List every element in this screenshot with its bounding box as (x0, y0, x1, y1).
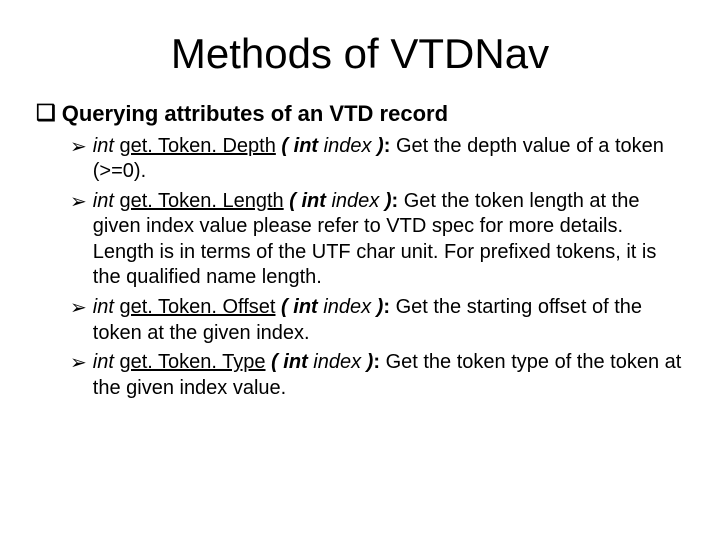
return-type: int (93, 296, 114, 318)
return-type: int (93, 190, 114, 212)
return-type: int (93, 135, 114, 157)
method-list: ➢ int get. Token. Depth ( int index ): G… (36, 134, 684, 402)
paren-open: ( (289, 190, 296, 212)
arg-name: index (323, 296, 371, 318)
slide-title: Methods of VTDNav (36, 30, 684, 78)
paren-open: ( (281, 135, 288, 157)
arg-name: index (313, 351, 361, 373)
method-name: get. Token. Type (119, 351, 265, 373)
section-heading: Querying attributes of an VTD record (62, 100, 448, 128)
arrow-icon: ➢ (70, 295, 87, 321)
arrow-icon: ➢ (70, 134, 87, 160)
arg-type: int (301, 190, 325, 212)
arg-name: index (324, 135, 372, 157)
list-item: ➢ int get. Token. Length ( int index ): … (70, 189, 684, 291)
return-type: int (93, 351, 114, 373)
colon: : (384, 135, 391, 157)
list-item: ➢ int get. Token. Type ( int index ): Ge… (70, 350, 684, 401)
arg-type: int (283, 351, 307, 373)
method-name: get. Token. Length (119, 190, 283, 212)
arg-name: index (331, 190, 379, 212)
list-item-body: int get. Token. Length ( int index ): Ge… (93, 189, 684, 291)
arrow-icon: ➢ (70, 350, 87, 376)
section-row: ❑ Querying attributes of an VTD record (36, 100, 684, 128)
list-item: ➢ int get. Token. Depth ( int index ): G… (70, 134, 684, 185)
slide: Methods of VTDNav ❑ Querying attributes … (0, 0, 720, 540)
method-name: get. Token. Offset (119, 296, 275, 318)
paren-close: ) (377, 135, 384, 157)
arg-type: int (294, 135, 318, 157)
colon: : (373, 351, 380, 373)
colon: : (392, 190, 399, 212)
arg-type: int (293, 296, 317, 318)
paren-open: ( (271, 351, 278, 373)
colon: : (383, 296, 390, 318)
paren-close: ) (385, 190, 392, 212)
list-item-body: int get. Token. Type ( int index ): Get … (93, 350, 684, 401)
section-bullet-icon: ❑ (36, 100, 56, 126)
list-item: ➢ int get. Token. Offset ( int index ): … (70, 295, 684, 346)
list-item-body: int get. Token. Depth ( int index ): Get… (93, 134, 684, 185)
paren-open: ( (281, 296, 288, 318)
arrow-icon: ➢ (70, 189, 87, 215)
method-name: get. Token. Depth (119, 135, 275, 157)
list-item-body: int get. Token. Offset ( int index ): Ge… (93, 295, 684, 346)
